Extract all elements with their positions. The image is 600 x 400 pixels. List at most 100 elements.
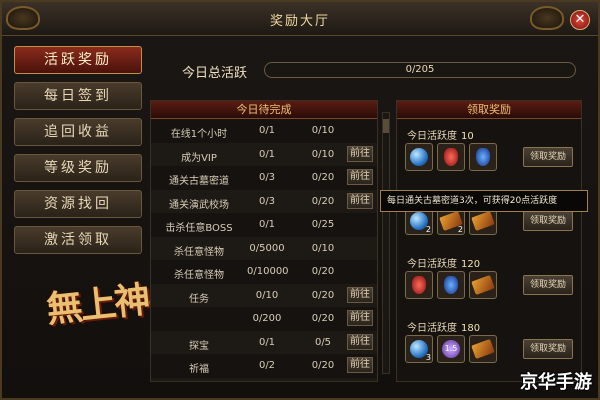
blue-potion-icon <box>476 148 490 166</box>
blue-orb-icon <box>410 148 428 166</box>
task-name: 杀任意怪物 <box>174 270 224 281</box>
task-name: 在线1个小时 <box>170 129 228 140</box>
reward-items <box>405 271 497 299</box>
item-count: 2 <box>457 225 463 234</box>
task-progress: 0/10000 <box>247 266 289 277</box>
today-tasks-panel: 今日待完成 在线1个小时 0/1 0/10 成为VIP 0/1 0/10 前往 通关古墓密道 0… <box>150 100 378 382</box>
purple-orb-icon: 1.5 <box>442 340 460 358</box>
task-row: 杀任意怪物 0/10000 0/20 <box>151 260 377 284</box>
task-progress: 0/1 <box>258 148 276 160</box>
goto-button[interactable]: 前往 <box>347 286 373 303</box>
reward-item-slot[interactable] <box>437 143 465 171</box>
reward-tier-label: 今日活跃度 180 <box>407 319 480 334</box>
goto-button[interactable]: 前往 <box>347 357 373 373</box>
reward-item-slot[interactable] <box>405 143 433 171</box>
menu-item-level-reward[interactable]: 等级奖励 <box>14 154 142 182</box>
task-name: 击杀任意BOSS <box>165 223 233 234</box>
activity-progress-text: 0/205 <box>405 64 435 75</box>
task-name: 任务 <box>189 293 209 305</box>
close-button[interactable]: ✕ <box>570 10 590 30</box>
item-count: 2 <box>425 225 431 234</box>
task-progress: 0/1 <box>258 336 276 348</box>
reward-tier-value: 180 <box>461 323 481 334</box>
task-scrollbar-thumb[interactable] <box>383 119 389 133</box>
task-progress: 0/3 <box>258 195 276 207</box>
reward-tier-label: 今日活跃度 120 <box>407 255 480 270</box>
reward-tier-text: 今日活跃度 <box>407 323 457 334</box>
blue-potion-icon <box>444 276 458 294</box>
reward-tier-value: 120 <box>461 259 481 270</box>
reward-items <box>405 143 497 171</box>
item-count: 3 <box>425 353 431 362</box>
menu-item-daily-signin[interactable]: 每日签到 <box>14 82 142 110</box>
task-list: 在线1个小时 0/1 0/10 成为VIP 0/1 0/10 前往 通关古墓密道 0/3 0/20… <box>151 119 377 381</box>
task-name: 祈福 <box>189 364 209 375</box>
reward-item-slot[interactable]: 1.5 <box>437 335 465 363</box>
claim-reward-button[interactable]: 领取奖励 <box>523 211 573 231</box>
rewards-header: 领取奖励 <box>397 101 581 119</box>
reward-item-slot[interactable] <box>405 271 433 299</box>
task-progress: 0/200 <box>252 313 282 324</box>
task-row: 成为VIP 0/1 0/10 前往 <box>151 142 377 166</box>
task-scrollbar[interactable] <box>382 112 390 374</box>
reward-tier-text: 今日活跃度 <box>407 259 457 270</box>
goto-button[interactable]: 前往 <box>347 192 373 209</box>
reward-item-slot[interactable] <box>469 335 497 363</box>
task-name: 通关古墓密道 <box>169 176 229 187</box>
goto-button[interactable]: 前往 <box>347 380 373 381</box>
red-potion-icon <box>412 276 426 294</box>
window-title: 奖励大厅 <box>269 14 330 29</box>
reward-group: 今日活跃度 10 领取奖励 <box>397 119 581 183</box>
task-tooltip: 每日通关古墓密道3次，可获得20点活跃度 <box>380 190 588 212</box>
watermark: 京华手游 <box>520 372 592 393</box>
menu-item-active-reward[interactable]: 活跃奖励 <box>14 46 142 74</box>
reward-item-slot[interactable] <box>437 271 465 299</box>
task-progress: 0/10 <box>255 289 279 301</box>
reward-tier-text: 今日活跃度 <box>407 131 457 142</box>
today-tasks-header: 今日待完成 <box>151 101 377 119</box>
task-progress: 0/1 <box>258 125 276 136</box>
reward-tier-value: 10 <box>461 131 474 142</box>
task-row: 通关古墓密道 0/3 0/20 前往 <box>151 166 377 190</box>
task-progress: 0/2 <box>258 360 276 371</box>
task-reward-points: 0/20 <box>311 289 335 301</box>
goto-button[interactable]: 前往 <box>347 169 373 185</box>
task-reward-points: 0/10 <box>311 125 335 136</box>
task-row: 祈福 0/2 0/20 前往 <box>151 354 377 378</box>
task-row: 强化装备0/10/15前往 <box>151 377 377 381</box>
rewards-panel: 领取奖励 今日活跃度10领取奖励今日活跃度22领取奖励今日活跃度120领取奖励今… <box>396 100 582 382</box>
claim-reward-button[interactable]: 领取奖励 <box>523 147 573 167</box>
goto-button[interactable]: 前往 <box>347 333 373 350</box>
goto-button[interactable]: 前往 <box>347 145 373 162</box>
task-reward-points: 0/20 <box>311 266 335 277</box>
task-row: 在线1个小时 0/1 0/10 <box>151 119 377 143</box>
task-reward-points: 0/10 <box>311 242 335 254</box>
task-reward-points: 0/10 <box>311 148 335 160</box>
task-reward-points: 0/20 <box>311 360 335 371</box>
menu-item-recover-earnings[interactable]: 追回收益 <box>14 118 142 146</box>
menu-item-resource-recovery[interactable]: 资源找回 <box>14 190 142 218</box>
side-menu: 活跃奖励 每日签到 追回收益 等级奖励 资源找回 激活领取 <box>14 46 142 262</box>
task-reward-points: 0/20 <box>311 195 335 207</box>
reward-item-slot[interactable]: 3 <box>405 335 433 363</box>
task-reward-points: 0/25 <box>311 219 335 230</box>
claim-reward-button[interactable]: 领取奖励 <box>523 275 573 295</box>
red-potion-icon <box>444 148 458 166</box>
claim-reward-button[interactable]: 领取奖励 <box>523 339 573 359</box>
scroll-icon <box>471 339 495 359</box>
task-name: 成为VIP <box>181 152 217 164</box>
task-name: 通关演武校场 <box>169 199 229 211</box>
task-progress: 0/5000 <box>249 242 285 254</box>
scroll-icon <box>471 211 495 231</box>
task-row: 通关演武校场 0/3 0/20 前往 <box>151 189 377 213</box>
activity-label: 今日总活跃 <box>182 66 248 81</box>
scroll-icon <box>471 275 495 295</box>
activity-progress-bar: 0/205 <box>264 62 576 78</box>
task-row: 击杀任意BOSS 0/1 0/25 <box>151 213 377 237</box>
task-reward-points: 0/5 <box>314 336 332 348</box>
reward-item-slot[interactable] <box>469 143 497 171</box>
task-row: 0/200 0/20 前往 <box>151 307 377 331</box>
goto-button[interactable]: 前往 <box>347 310 373 326</box>
title-bar: 奖励大厅 <box>2 2 598 36</box>
reward-item-slot[interactable] <box>469 271 497 299</box>
